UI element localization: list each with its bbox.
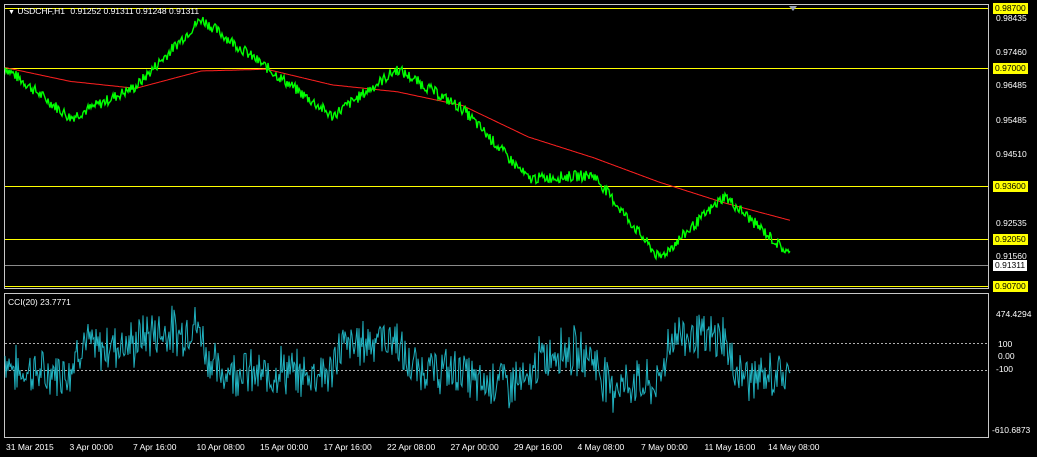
cci-level-minus-100: -100: [996, 364, 1014, 374]
cci-min-label: -610.6873: [992, 425, 1031, 435]
price-line: [4, 16, 791, 261]
cci-level-0: 0.00: [998, 351, 1015, 361]
level-price-tag: 0.98700: [993, 3, 1028, 14]
time-tick-label: 17 Apr 16:00: [323, 442, 372, 452]
chart-header: ▼ USDCHF,H1 0.91252 0.91311 0.91248 0.91…: [8, 6, 199, 18]
time-tick-label: 31 Mar 2015: [6, 442, 54, 452]
price-tick-label: 0.92535: [996, 217, 1027, 228]
price-tick-label: 0.95485: [996, 115, 1027, 126]
cci-max-label: 474.4294: [996, 309, 1032, 319]
level-price-tag: 0.90700: [993, 281, 1028, 292]
cci-panel-frame: [4, 293, 989, 438]
level-price-tag: 0.93600: [993, 181, 1028, 192]
current-price-tag: 0.91311: [993, 260, 1028, 271]
time-tick-label: 14 May 08:00: [768, 442, 820, 452]
symbol-label: USDCHF,H1: [17, 6, 66, 16]
time-tick-label: 15 Apr 00:00: [260, 442, 309, 452]
time-tick-label: 22 Apr 08:00: [387, 442, 436, 452]
time-tick-label: 3 Apr 00:00: [69, 442, 113, 452]
cci-level-100: 100: [998, 339, 1013, 349]
time-tick-label: 29 Apr 16:00: [514, 442, 563, 452]
time-tick-label: 27 Apr 00:00: [450, 442, 499, 452]
cci-level-lines: [5, 343, 988, 371]
time-tick-label: 4 May 08:00: [577, 442, 625, 452]
price-tick-label: 0.96485: [996, 80, 1027, 91]
cci-line: [4, 305, 791, 413]
cci-label: CCI(20) 23.7771: [8, 297, 71, 307]
price-tick-label: 0.94510: [996, 148, 1027, 159]
time-tick-label: 7 Apr 16:00: [133, 442, 177, 452]
chart-canvas: [4, 4, 989, 438]
level-price-tag: 0.97000: [993, 63, 1028, 74]
price-tick-label: 0.97460: [996, 46, 1027, 57]
level-price-tag: 0.92050: [993, 234, 1028, 245]
time-tick-label: 10 Apr 08:00: [196, 442, 245, 452]
time-tick-label: 11 May 16:00: [704, 442, 756, 452]
price-tick-label: 0.98435: [996, 12, 1027, 23]
ohlc-values: 0.91252 0.91311 0.91248 0.91311: [70, 6, 200, 16]
chart-menu-icon[interactable]: ▼: [8, 9, 15, 16]
time-tick-label: 7 May 00:00: [641, 442, 688, 452]
